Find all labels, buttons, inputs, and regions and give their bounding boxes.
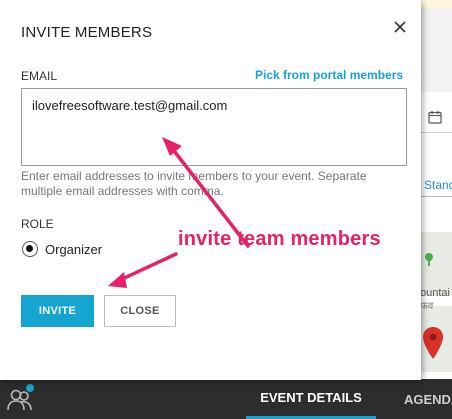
email-help-text: Enter email addresses to invite members …	[21, 169, 367, 198]
bottom-tab-bar: EVENT DETAILS AGENDA	[0, 379, 452, 419]
people-icon[interactable]	[6, 383, 34, 413]
email-input[interactable]: ilovefreesoftware.test@gmail.com	[21, 88, 407, 166]
role-label: ROLE	[21, 217, 54, 231]
map-pin-icon	[423, 327, 443, 359]
organizer-radio[interactable]	[22, 241, 38, 257]
invite-button[interactable]: INVITE	[21, 295, 94, 327]
close-icon[interactable]	[391, 18, 409, 36]
dialog-title: INVITE MEMBERS	[21, 24, 153, 41]
calendar-icon[interactable]	[428, 110, 442, 124]
map-sublabel: फव	[420, 301, 434, 312]
organizer-radio-label[interactable]: Organizer	[45, 242, 102, 257]
tab-agenda[interactable]: AGENDA	[404, 379, 452, 419]
background-field-underline	[420, 132, 452, 133]
annotation-text: invite team members	[178, 228, 381, 250]
background-link-underline	[420, 196, 452, 197]
background-link[interactable]: Stand	[424, 178, 452, 192]
pick-from-portal-link[interactable]: Pick from portal members	[255, 68, 403, 82]
tab-event-details[interactable]: EVENT DETAILS	[246, 379, 376, 419]
map-park-icon	[425, 253, 433, 266]
email-label: EMAIL	[21, 69, 58, 83]
close-button[interactable]: CLOSE	[104, 295, 176, 327]
map-label: ountai	[420, 287, 450, 299]
invite-members-dialog: INVITE MEMBERS EMAIL Pick from portal me…	[0, 0, 421, 380]
